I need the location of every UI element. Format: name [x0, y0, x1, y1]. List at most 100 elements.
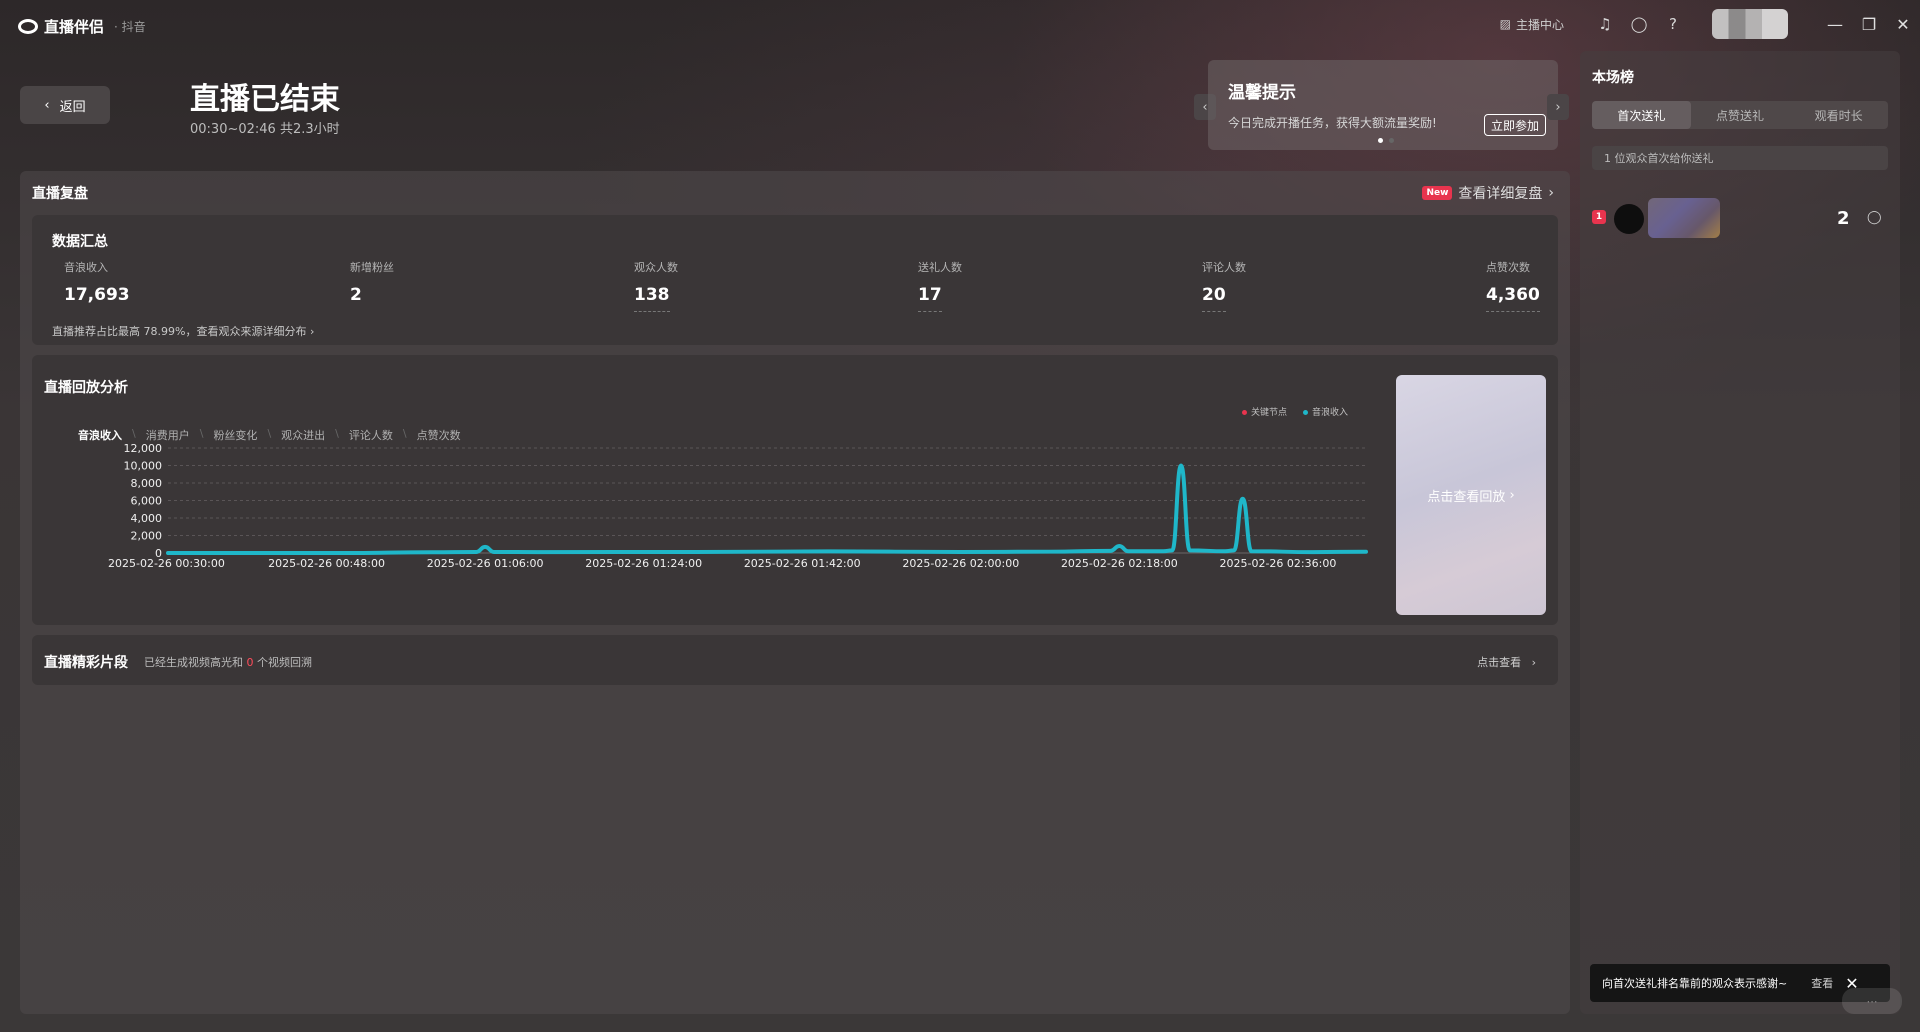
replay-thumbnail[interactable]: 点击查看回放 › — [1396, 375, 1546, 615]
join-now-button[interactable]: 立即参加 — [1483, 114, 1546, 136]
data-point — [1171, 549, 1174, 552]
tab-like-gift[interactable]: 点赞送礼 — [1691, 101, 1790, 129]
back-label: 返回 — [59, 99, 86, 115]
metric-value: 4,360 — [1486, 285, 1540, 312]
carousel-dot[interactable] — [1389, 138, 1394, 143]
metric-gifters[interactable]: 送礼人数 17 — [918, 259, 962, 312]
data-point — [1189, 549, 1191, 552]
chat-bubble-icon[interactable]: ◯ — [1867, 210, 1882, 225]
legend-dot — [1302, 410, 1308, 415]
chevron-right-icon: › — [1524, 656, 1536, 669]
user-avatar[interactable] — [1712, 9, 1788, 39]
x-tick-label: 2025-02-26 02:18:00 — [1061, 557, 1178, 570]
data-point — [1162, 550, 1165, 553]
data-point — [167, 552, 169, 554]
y-tick-label: 12,000 — [124, 442, 163, 455]
title-bar-actions: ▨ 主播中心 ♫ ◯ ? — ❐ ✕ — [1500, 0, 1920, 48]
legend-label: 关键节点 — [1250, 408, 1287, 418]
view-highlights-link[interactable]: 点击查看 › — [1477, 654, 1536, 670]
legend-income[interactable]: 音浪收入 — [1302, 405, 1348, 418]
x-tick-label: 2025-02-26 01:24:00 — [585, 557, 702, 570]
toast-text: 向首次送礼排名靠前的观众表示感谢~ — [1602, 977, 1788, 990]
data-point — [959, 551, 962, 553]
chevron-right-icon: › — [1548, 185, 1554, 201]
source-note-link[interactable]: 直播推荐占比最高 78.99%，查看观众来源详细分布 › — [52, 323, 314, 339]
highlights-count: 0 — [246, 656, 254, 669]
rank-badge: 1 — [1592, 210, 1606, 224]
data-point — [537, 551, 539, 553]
data-point — [1118, 545, 1121, 547]
carousel-dot[interactable] — [1378, 138, 1383, 143]
data-point — [493, 551, 495, 553]
data-point — [1224, 550, 1226, 553]
page-title: 直播已结束 — [190, 82, 340, 117]
metric-label: 观众人数 — [634, 261, 678, 274]
review-title: 直播复盘 — [32, 186, 88, 202]
data-point — [1312, 551, 1314, 553]
message-icon[interactable]: ◯ — [1622, 7, 1656, 41]
metric-label: 评论人数 — [1202, 261, 1246, 274]
metric-viewers[interactable]: 观众人数 138 — [634, 259, 678, 312]
minimize-icon[interactable]: — — [1818, 7, 1852, 41]
legend-dot — [1241, 410, 1247, 415]
carousel-dots[interactable] — [1378, 138, 1394, 143]
help-icon[interactable]: ? — [1656, 7, 1690, 41]
metric-value: 138 — [634, 285, 670, 312]
metric-label: 点赞次数 — [1486, 261, 1530, 274]
close-icon[interactable]: ✕ — [1886, 7, 1920, 41]
headset-icon[interactable]: ♫ — [1588, 7, 1622, 41]
x-tick-label: 2025-02-26 01:42:00 — [744, 557, 861, 570]
y-tick-label: 4,000 — [131, 512, 163, 525]
tab-first-gift[interactable]: 首次送礼 — [1592, 101, 1691, 129]
chart-box-icon: ▨ — [1499, 17, 1511, 31]
chevron-left-icon: ‹ — [44, 97, 50, 113]
data-point — [1241, 497, 1244, 500]
toast-view-button[interactable]: 查看 — [1811, 975, 1833, 991]
income-line-chart[interactable]: 12,00010,0008,0006,0004,0002,00002025-02… — [62, 438, 1392, 608]
metric-value: 17 — [918, 285, 942, 312]
chevron-right-icon: › — [1555, 99, 1561, 115]
rank-value: 2 — [1837, 208, 1850, 229]
y-tick-label: 8,000 — [131, 477, 163, 490]
detail-review-link[interactable]: New 查看详细复盘 › — [1422, 183, 1554, 203]
data-point — [1127, 550, 1129, 553]
tab-watch-time[interactable]: 观看时长 — [1789, 101, 1888, 129]
metric-label: 送礼人数 — [918, 261, 962, 274]
replay-analysis-card: 直播回放分析 音浪收入 \ 消费用户 \ 粉丝变化 \ 观众进出 \ 评论人数 \ 点赞次… — [32, 355, 1558, 625]
anchor-center-link[interactable]: ▨ 主播中心 — [1500, 16, 1564, 33]
view-highlights-label: 点击查看 — [1477, 656, 1522, 669]
metric-label: 音浪收入 — [64, 261, 108, 274]
source-note-text: 直播推荐占比最高 78.99%，查看观众来源详细分布 — [52, 325, 307, 338]
restore-icon[interactable]: ❐ — [1852, 7, 1886, 41]
highlights-title: 直播精彩片段 — [44, 655, 128, 671]
legend-label: 音浪收入 — [1311, 408, 1348, 418]
x-tick-label: 2025-02-26 02:36:00 — [1219, 557, 1336, 570]
legend-key-nodes[interactable]: 关键节点 — [1241, 405, 1287, 418]
metric-likes[interactable]: 点赞次数 4,360 — [1486, 259, 1540, 312]
data-point — [475, 551, 478, 553]
chevron-left-icon: ‹ — [1202, 99, 1208, 115]
tip-text: 今日完成开播任务，获得大额流量奖励! — [1228, 116, 1437, 130]
metric-income[interactable]: 音浪收入 17,693 — [64, 259, 130, 311]
title-bar: 直播伴侣 · 抖音 ▨ 主播中心 ♫ ◯ ? — ❐ ✕ — [0, 0, 1920, 48]
chart-legend: 关键节点 音浪收入 — [1241, 405, 1348, 418]
highlights-text-after: 个视频回溯 — [257, 656, 312, 669]
metric-commenters[interactable]: 评论人数 20 — [1202, 259, 1246, 312]
metric-label: 新增粉丝 — [350, 261, 394, 274]
leaderboard-row[interactable]: 1 2 ◯ — [1592, 196, 1888, 238]
new-badge: New — [1422, 186, 1453, 200]
highlights-card: 直播精彩片段 已经生成视频高光和 0 个视频回溯 点击查看 › — [32, 635, 1558, 685]
avatar[interactable] — [1614, 204, 1644, 234]
detail-review-label: 查看详细复盘 — [1458, 186, 1543, 202]
metric-new-fans[interactable]: 新增粉丝 2 — [350, 259, 394, 311]
back-button[interactable]: ‹ 返回 — [20, 86, 110, 124]
data-point — [827, 550, 830, 553]
x-tick-label: 2025-02-26 01:06:00 — [427, 557, 544, 570]
x-tick-label: 2025-02-26 00:30:00 — [108, 557, 225, 570]
tip-next-button[interactable]: › — [1547, 94, 1569, 120]
summary-card: 数据汇总 音浪收入 17,693 新增粉丝 2 观众人数 138 送礼人数 17… — [32, 215, 1558, 345]
leaderboard-title: 本场榜 — [1592, 70, 1634, 86]
series-line — [166, 463, 1368, 555]
data-point — [343, 552, 345, 554]
y-tick-label: 6,000 — [131, 495, 163, 508]
